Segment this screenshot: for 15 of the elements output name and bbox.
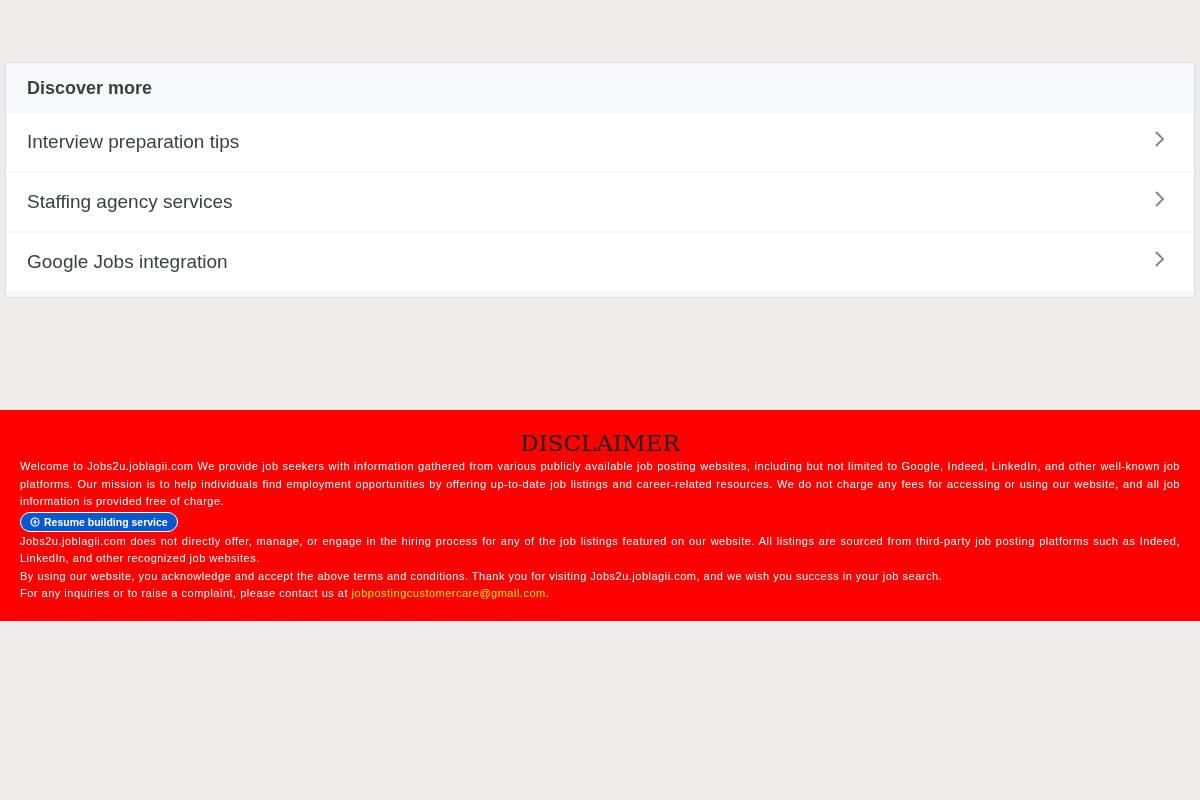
card-title: Discover more xyxy=(27,77,153,99)
chevron-right-icon xyxy=(1154,190,1166,208)
plus-circle-icon xyxy=(30,516,40,527)
disclaimer-text: Welcome to Jobs2u.joblagii.com We provide job seekers with information gathered from various publicly available job posting websites, including but not limited to Google, Indeed, LinkedIn, and other well-known job platforms. Our mission is to help individuals find employment opportunities by offering up-to-date job listings and career-related resources. We do not charge any fees for accessing or using our website, and all job information is provided free of charge. xyxy=(20,459,1180,509)
discover-link[interactable]: Google Jobs integration xyxy=(6,233,1194,291)
disclaimer-text: Jobs2u.joblagii.com does not directly offer, manage, or engage in the hiring process for any of the job listings featured on our website. All listings are sourced from third-party job posting platforms such as Indeed, LinkedIn, and other recognized job websites. xyxy=(20,533,1180,566)
disclaimer-title: DISCLAIMER xyxy=(520,430,680,456)
chevron-right-icon xyxy=(1154,250,1166,268)
disclaimer-text: By using our website, you acknowledge and accept the above terms and conditions. Thank you for visiting Jobs2u.joblagii.com, and we wish you success in your job search. xyxy=(20,568,944,584)
discover-link[interactable]: Interview preparation tips xyxy=(6,113,1194,171)
email-link[interactable]: jobpostingcustomercare@gmail.com xyxy=(351,587,546,599)
resume-service-button[interactable]: Resume building service xyxy=(20,511,178,532)
chevron-right-icon xyxy=(1154,130,1166,148)
discover-link[interactable]: Staffing agency services xyxy=(6,173,1194,231)
contact-text: For any inquiries or to raise a complaint, please contact us at jobpostingcustomercare@gmail.com. xyxy=(20,586,551,601)
